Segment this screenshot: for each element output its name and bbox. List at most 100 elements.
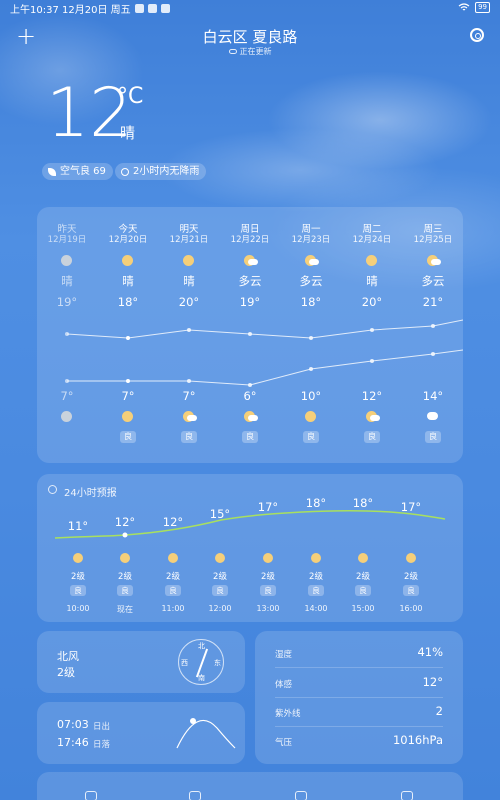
current-condition: 晴 (120, 124, 136, 142)
wind-level: 2级 (57, 666, 75, 679)
car-wash-icon (295, 791, 307, 800)
rain-forecast-pill[interactable]: 2小时内无降雨 (115, 163, 207, 180)
wifi-icon (458, 3, 470, 11)
sun-arc-icon (176, 718, 236, 749)
divider (275, 697, 443, 698)
high-temp: 21° (422, 295, 444, 309)
partly-cloudy-icon (366, 411, 380, 422)
low-temp: 7° (121, 389, 135, 403)
partly-cloudy-icon (305, 255, 319, 266)
high-temp: 18° (117, 295, 139, 309)
location-title[interactable]: 白云区 夏良路 (0, 26, 500, 47)
rain-cloud-icon (427, 412, 438, 420)
hour-label: 13:00 (256, 604, 280, 613)
sunrise-sunset-card[interactable]: 07:03 日出 17:46 日落 (37, 702, 245, 764)
compass-north: 北 (198, 642, 205, 650)
wind-direction: 北风 (57, 650, 79, 663)
hour-label: 12:00 (208, 604, 232, 613)
sun-icon (366, 255, 377, 266)
sun-icon (122, 255, 133, 266)
date-label: 12月21日 (169, 235, 209, 245)
aqi-badge: 良 (355, 585, 371, 596)
hour-label: 10:00 (66, 604, 90, 613)
pressure-label: 气压 (275, 738, 293, 748)
condition-label: 多云 (299, 274, 323, 288)
aqi-badge: 良 (212, 585, 228, 596)
clothing-icon (85, 791, 97, 800)
sun-icon (305, 411, 316, 422)
wind-level: 2级 (213, 572, 227, 582)
high-temp: 20° (361, 295, 383, 309)
moon-icon (61, 411, 72, 422)
hourly-temp: 12° (162, 515, 184, 529)
sunrise-time: 07:03 (57, 718, 89, 731)
leaf-icon (48, 167, 56, 176)
rain-forecast-text: 2小时内无降雨 (133, 166, 200, 177)
hourly-temp: 11° (67, 519, 89, 533)
hour-label: 16:00 (399, 604, 423, 613)
wind-level: 2级 (404, 572, 418, 582)
details-card[interactable]: 湿度 41% 体感 12° 紫外线 2 气压 1016hPa (255, 631, 463, 764)
high-temp: 19° (56, 295, 78, 309)
daily-temperature-curve (65, 319, 463, 387)
tiktok-icon (160, 3, 170, 13)
air-quality-text: 空气良 69 (60, 166, 106, 177)
high-temp: 19° (239, 295, 261, 309)
aqi-badge: 良 (308, 585, 324, 596)
sun-icon (120, 553, 130, 563)
sun-icon (73, 553, 83, 563)
aqi-badge: 良 (117, 585, 133, 596)
low-temp: 14° (422, 389, 444, 403)
aqi-badge: 良 (260, 585, 276, 596)
raindrop-icon (121, 167, 129, 176)
low-temp: 6° (243, 389, 257, 403)
sun-icon (406, 553, 416, 563)
hourly-temperature-curve (54, 510, 446, 539)
low-temp: 10° (300, 389, 322, 403)
wind-card[interactable]: 北风 2级 北 东 南 西 (37, 631, 245, 693)
hourly-temp: 15° (209, 507, 231, 521)
high-temp: 18° (300, 295, 322, 309)
uv-value: 2 (435, 704, 443, 718)
wechat-icon (147, 3, 157, 13)
low-temp: 7° (182, 389, 196, 403)
notification-icon (134, 3, 144, 13)
hour-label: 14:00 (304, 604, 328, 613)
cloud-icon (228, 49, 237, 54)
partly-cloudy-icon (244, 255, 258, 266)
temperature-unit: °C (117, 84, 144, 109)
partly-cloudy-icon (244, 411, 258, 422)
date-label: 12月23日 (291, 235, 331, 245)
condition-label: 多云 (238, 274, 262, 288)
hourly-forecast-card[interactable]: 24小时预报 11° 2级 良 10:00 12° 2级 良 现在 12° 2级… (37, 474, 463, 622)
air-quality-pill[interactable]: 空气良 69 (42, 163, 113, 180)
aqi-badge: 良 (120, 431, 136, 443)
hour-label: 现在 (117, 605, 133, 614)
aqi-badge: 良 (165, 585, 181, 596)
sun-icon (168, 553, 178, 563)
aqi-badge: 良 (181, 431, 197, 443)
daily-forecast-card[interactable]: 昨天 12月19日 晴 19° 7° 今天 12月20日 晴 18° 7° 良 … (37, 207, 463, 463)
compass-icon: 北 东 南 西 (178, 639, 224, 685)
status-time-date: 上午10:37 12月20日 周五 (10, 4, 131, 16)
aqi-badge: 良 (242, 431, 258, 443)
update-status: 正在更新 (0, 46, 500, 57)
compass-west: 西 (181, 659, 188, 667)
partly-cloudy-icon (427, 255, 441, 266)
sun-icon (122, 411, 133, 422)
compass-east: 东 (214, 659, 221, 667)
condition-label: 晴 (122, 274, 134, 288)
sport-icon (401, 791, 413, 800)
hourly-temp: 18° (305, 496, 327, 510)
sunrise-label: 日出 (93, 722, 111, 732)
wind-level: 2级 (71, 572, 85, 582)
hour-label: 11:00 (161, 604, 185, 613)
life-index-card[interactable] (37, 772, 463, 800)
partly-cloudy-icon (183, 411, 197, 422)
humidity-value: 41% (417, 645, 443, 659)
wind-level: 2级 (356, 572, 370, 582)
update-status-text: 正在更新 (239, 47, 272, 56)
sun-icon (215, 553, 225, 563)
settings-button[interactable] (470, 28, 484, 42)
uv-label: 紫外线 (275, 709, 301, 719)
